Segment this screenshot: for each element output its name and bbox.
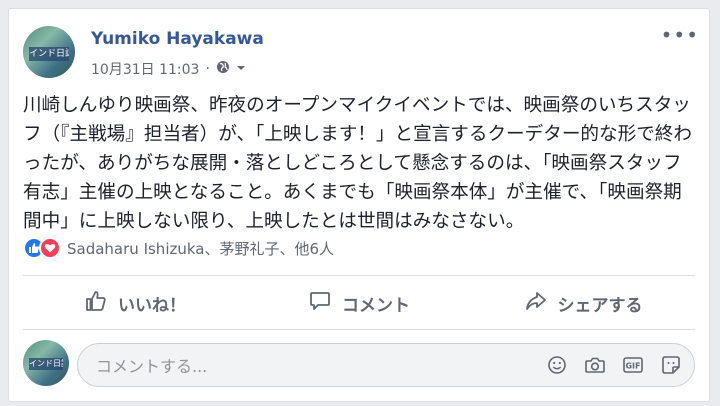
comment-input[interactable] bbox=[94, 344, 518, 388]
gif-icon[interactable]: GIF bbox=[622, 354, 644, 376]
share-arrow-icon bbox=[524, 289, 548, 318]
audience-dropdown-icon[interactable] bbox=[236, 61, 246, 77]
reaction-summary[interactable]: Sadaharu Ishizuka、茅野礼子、他6人 bbox=[23, 237, 334, 259]
meta-separator: · bbox=[205, 61, 210, 77]
divider bbox=[23, 275, 695, 276]
post-meta: 10月31日 11:03 · bbox=[91, 59, 246, 79]
author-avatar[interactable]: インド日誌 bbox=[23, 26, 75, 78]
globe-icon[interactable] bbox=[216, 60, 230, 78]
love-reaction-icon bbox=[39, 237, 61, 259]
post-timestamp[interactable]: 10月31日 11:03 bbox=[91, 59, 199, 79]
avatar-badge-text: インド日誌 bbox=[29, 46, 69, 61]
thumbs-up-icon bbox=[84, 289, 108, 318]
comment-tools: GIF bbox=[546, 344, 682, 386]
divider bbox=[23, 329, 695, 330]
comment-button[interactable]: コメント bbox=[247, 281, 471, 325]
like-label: いいね！ bbox=[118, 295, 186, 316]
reaction-names[interactable]: Sadaharu Ishizuka、茅野礼子、他6人 bbox=[67, 238, 334, 259]
like-button[interactable]: いいね！ bbox=[23, 281, 247, 325]
comment-bubble-icon bbox=[308, 289, 332, 318]
gif-icon-text: GIF bbox=[625, 362, 640, 371]
comment-label: コメント bbox=[342, 295, 410, 316]
post-actions: いいね！ コメント シェアする bbox=[23, 281, 695, 325]
sticker-icon[interactable] bbox=[660, 354, 682, 376]
post-body: 川崎しんゆり映画祭、昨夜のオープンマイクイベントでは、映画祭のいちスタッフ（『主… bbox=[23, 95, 692, 232]
share-button[interactable]: シェアする bbox=[471, 281, 695, 325]
avatar-badge-text: インド日誌 bbox=[29, 358, 63, 371]
camera-icon[interactable] bbox=[584, 354, 606, 376]
author-name[interactable]: Yumiko Hayakawa bbox=[91, 29, 264, 49]
comment-composer[interactable]: GIF bbox=[77, 343, 695, 388]
more-options-icon[interactable]: ••• bbox=[661, 23, 699, 47]
share-label: シェアする bbox=[557, 295, 643, 316]
commenter-avatar[interactable]: インド日誌 bbox=[23, 340, 69, 386]
emoji-icon[interactable] bbox=[546, 354, 568, 376]
post-card: インド日誌 Yumiko Hayakawa 10月31日 11:03 · •••… bbox=[8, 8, 710, 402]
